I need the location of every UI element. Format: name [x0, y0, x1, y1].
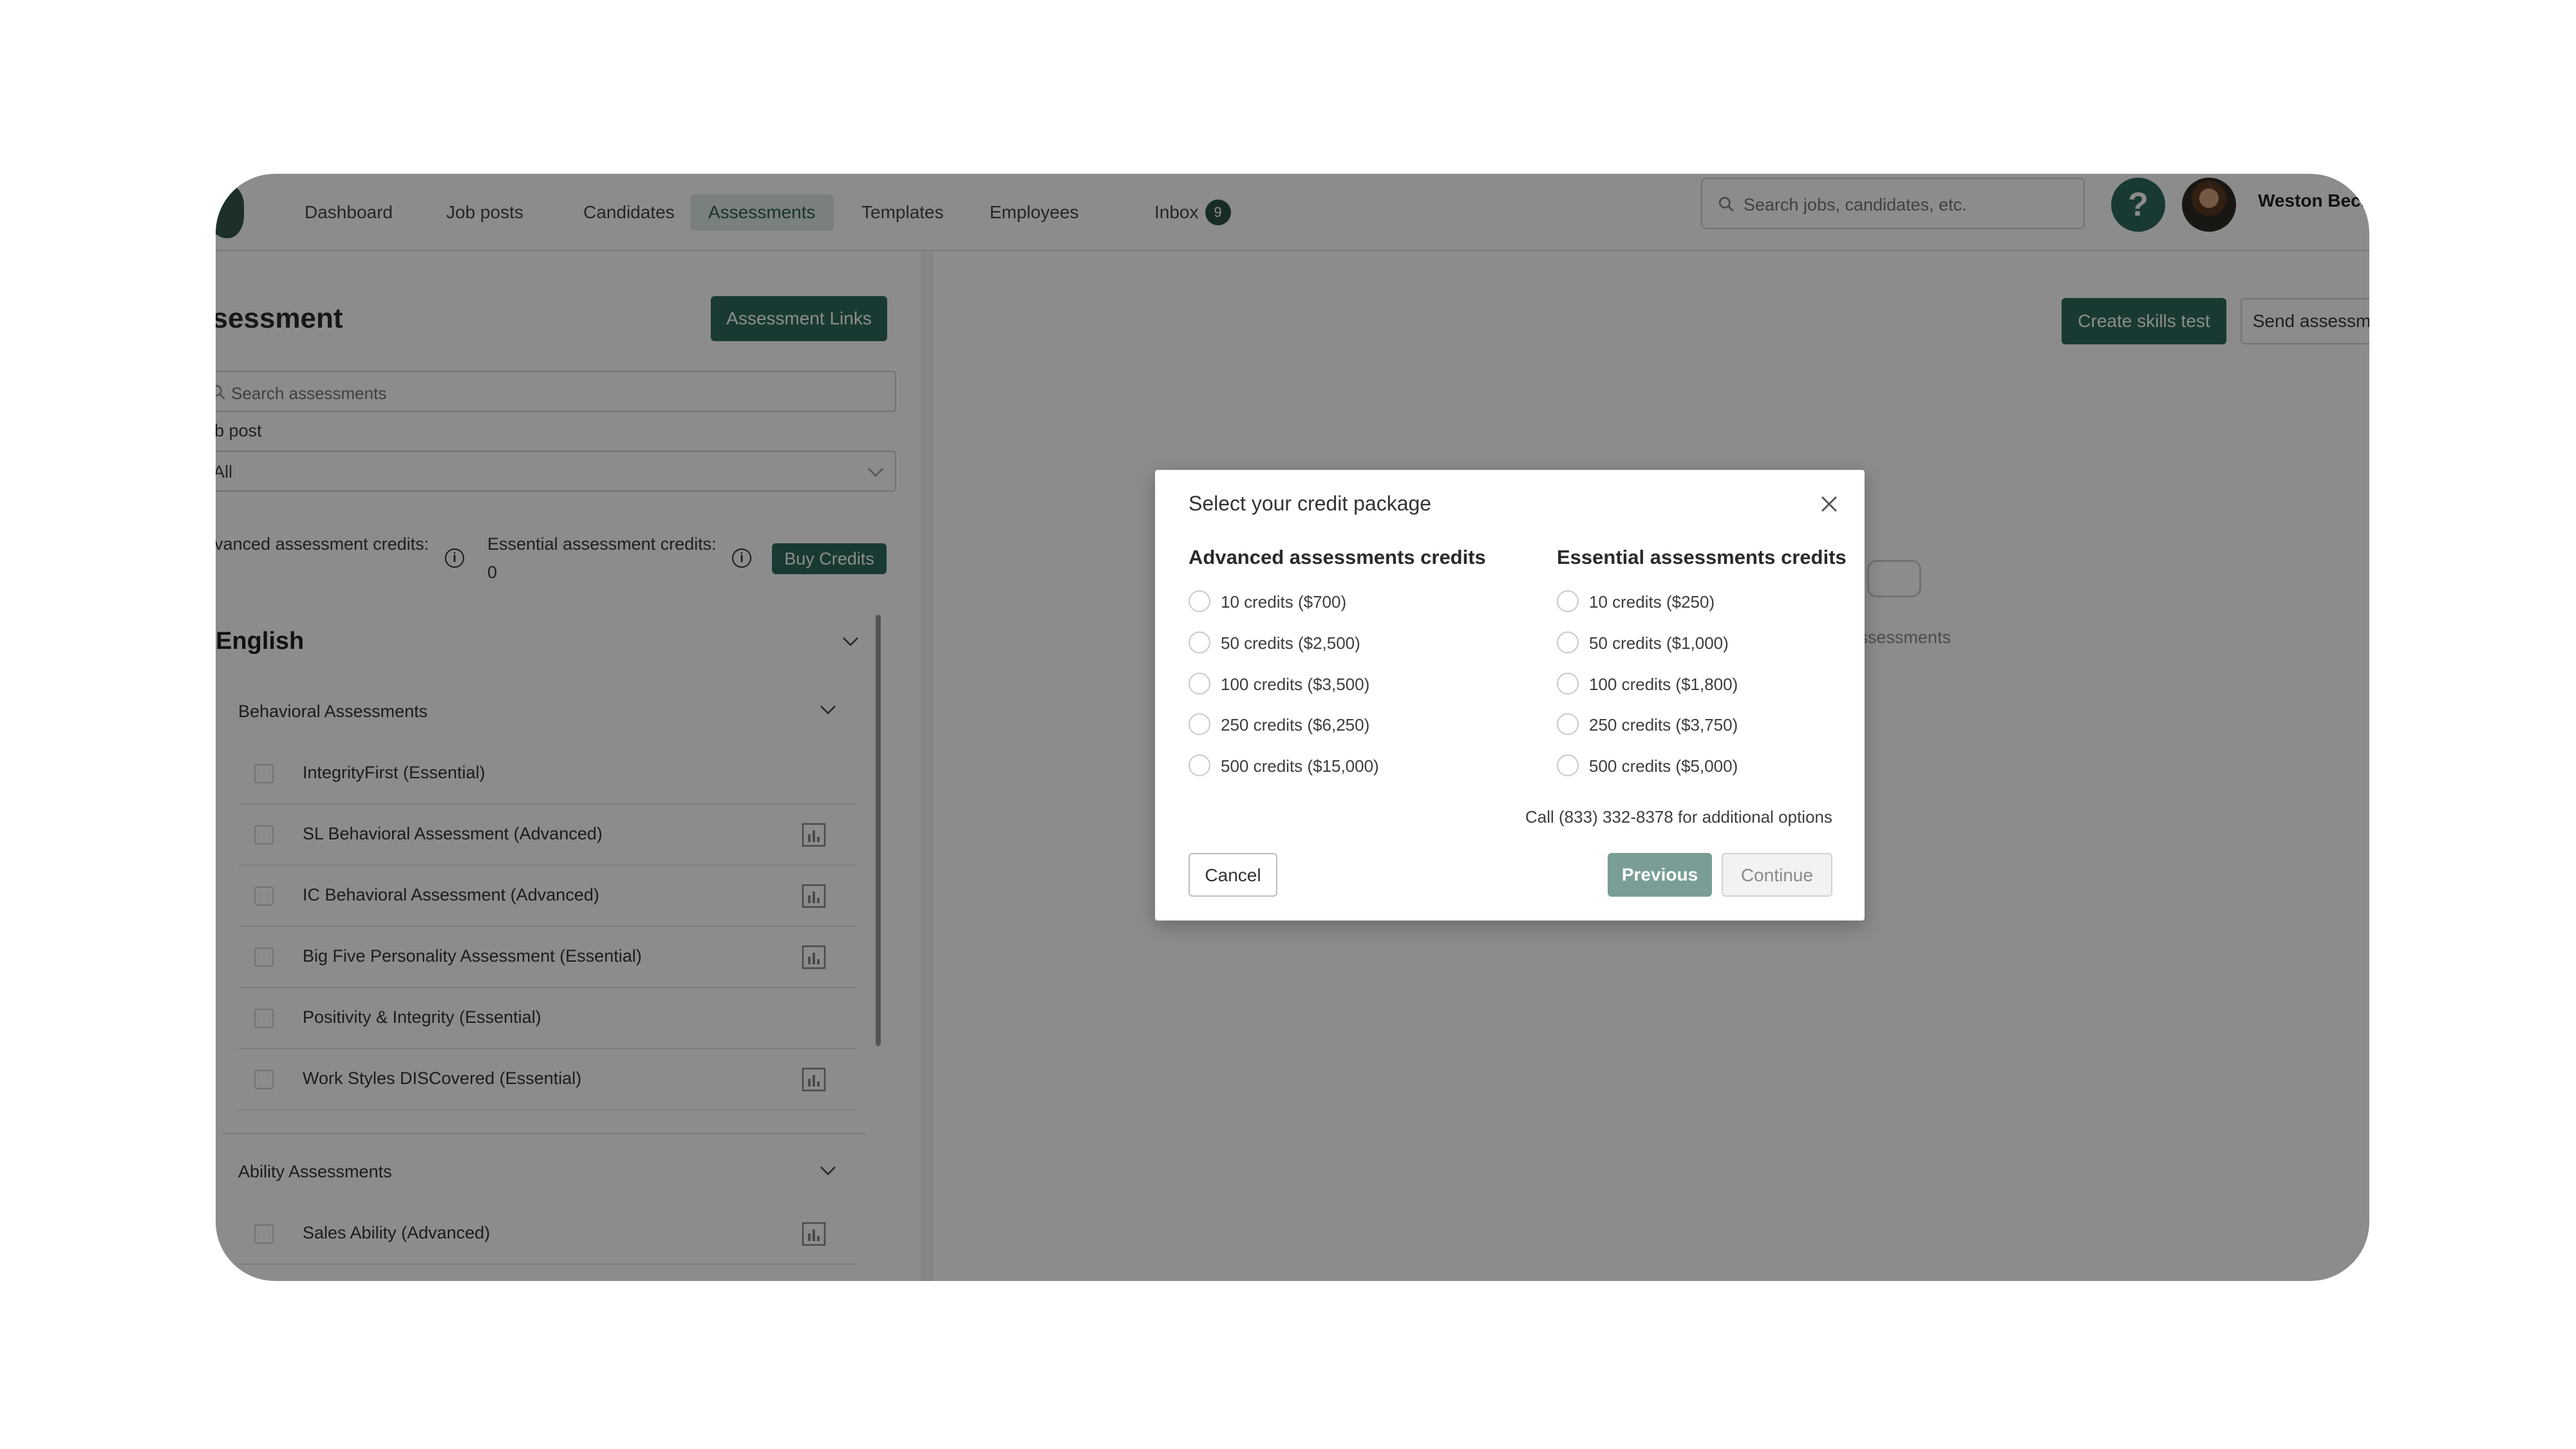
option-label: 250 credits ($6,250): [1221, 715, 1370, 734]
radio-button[interactable]: [1557, 754, 1579, 776]
advanced-credits-heading: Advanced assessments credits: [1189, 546, 1486, 568]
radio-button[interactable]: [1189, 713, 1210, 735]
credit-package-dialog: Select your credit package Advanced asse…: [1155, 470, 1865, 921]
dialog-title: Select your credit package: [1189, 492, 1432, 515]
option-label: 500 credits ($5,000): [1589, 756, 1738, 776]
option-label: 10 credits ($700): [1221, 592, 1347, 612]
option-label: 100 credits ($1,800): [1589, 675, 1738, 694]
option-label: 250 credits ($3,750): [1589, 715, 1738, 734]
continue-button[interactable]: Continue: [1722, 853, 1832, 897]
previous-button[interactable]: Previous: [1608, 853, 1712, 897]
option-label: 10 credits ($250): [1589, 592, 1715, 612]
radio-button[interactable]: [1189, 590, 1210, 612]
radio-button[interactable]: [1557, 713, 1579, 735]
radio-button[interactable]: [1189, 673, 1210, 695]
essential-credits-heading: Essential assessments credits: [1557, 546, 1847, 568]
app-window: Dashboard Job posts Candidates Assessmen…: [216, 174, 2369, 1281]
option-label: 500 credits ($15,000): [1221, 756, 1379, 776]
option-label: 100 credits ($3,500): [1221, 675, 1370, 694]
radio-button[interactable]: [1557, 673, 1579, 695]
radio-button[interactable]: [1557, 590, 1579, 612]
radio-button[interactable]: [1189, 754, 1210, 776]
cancel-button[interactable]: Cancel: [1189, 853, 1277, 897]
option-label: 50 credits ($1,000): [1589, 633, 1729, 653]
radio-button[interactable]: [1189, 631, 1210, 653]
additional-options-note: Call (833) 332-8378 for additional optio…: [1525, 807, 1832, 827]
close-icon[interactable]: [1819, 494, 1839, 514]
option-label: 50 credits ($2,500): [1221, 633, 1360, 653]
radio-button[interactable]: [1557, 631, 1579, 653]
